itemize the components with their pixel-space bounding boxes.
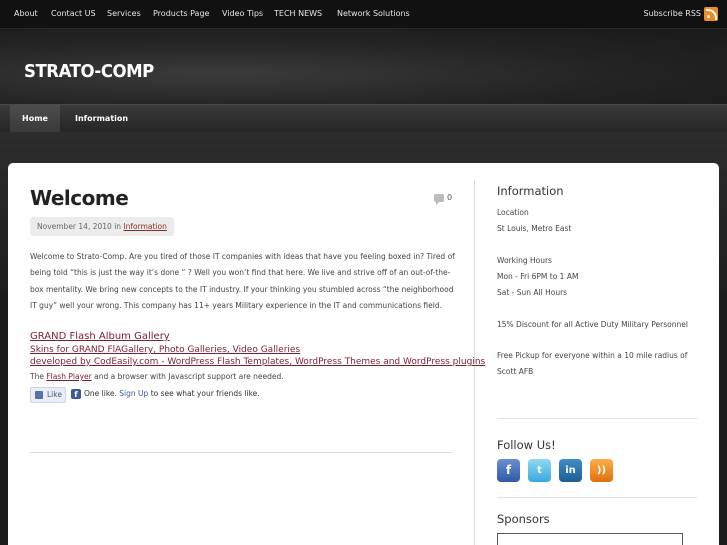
- site-title[interactable]: STRATO-COMP: [24, 61, 154, 82]
- sidebar-hours-label: Working Hours: [497, 256, 552, 265]
- comment-icon[interactable]: [434, 194, 444, 205]
- sidebar-follow-title: Follow Us!: [497, 438, 556, 452]
- post-title[interactable]: Welcome: [30, 186, 129, 210]
- sidebar-information-title: Information: [497, 184, 564, 198]
- nav-tech-news[interactable]: TECH NEWS: [274, 9, 322, 18]
- like-suffix: to see what your friends like.: [150, 389, 260, 398]
- gallery-skins-link[interactable]: Skins for GRAND FlAGallery, Photo Galler…: [30, 345, 300, 355]
- thumbs-up-icon: [35, 391, 43, 399]
- facebook-like-button[interactable]: Like: [30, 387, 66, 403]
- comment-count[interactable]: 0: [447, 193, 452, 202]
- rss-icon[interactable]: [704, 7, 718, 21]
- subscribe-rss-link[interactable]: Subscribe RSS: [643, 9, 701, 18]
- sidebar-hours-weekend: Sat - Sun All Hours: [497, 288, 568, 297]
- post-body-text: Welcome to Strato-Comp. Are you tired of…: [30, 252, 455, 310]
- nav-products-page[interactable]: Products Page: [153, 9, 209, 18]
- flash-note-prefix: The: [30, 372, 44, 381]
- main-navigation: Home Information: [0, 104, 727, 132]
- facebook-icon[interactable]: f: [497, 459, 520, 482]
- like-count-text: One like. Sign Up to see what your frien…: [84, 389, 260, 398]
- rss-icon[interactable]: )): [590, 459, 613, 482]
- nav-network-solutions[interactable]: Network Solutions: [337, 9, 410, 18]
- sidebar-pickup-line2: Scott AFB: [497, 367, 534, 376]
- like-count: One like.: [84, 389, 117, 398]
- sidebar-hours-weekday: Mon - Fri 6PM to 1 AM: [497, 272, 579, 281]
- twitter-icon[interactable]: t: [528, 459, 551, 482]
- post-body: Welcome to Strato-Comp. Are you tired of…: [30, 249, 455, 314]
- post-category-link[interactable]: Information: [123, 222, 166, 231]
- sidebar-sponsors-title: Sponsors: [497, 512, 550, 526]
- gallery-developer-link[interactable]: developed by CodEasily.com - WordPress F…: [30, 357, 485, 367]
- post-meta: November 14, 2010 in Information: [30, 217, 174, 236]
- nav-services[interactable]: Services: [107, 9, 141, 18]
- like-button-label: Like: [47, 390, 62, 399]
- nav-home[interactable]: Home: [10, 105, 60, 132]
- gallery-title-link[interactable]: GRAND Flash Album Gallery: [30, 331, 170, 342]
- post-divider: [30, 452, 452, 453]
- sponsor-box[interactable]: [497, 533, 683, 545]
- sidebar-location: St Louis, Metro East: [497, 224, 572, 233]
- nav-about[interactable]: About: [14, 9, 38, 18]
- nav-information[interactable]: Information: [63, 105, 140, 132]
- flash-player-link[interactable]: Flash Player: [46, 372, 91, 381]
- sidebar-pickup-line1: Free Pickup for everyone within a 10 mil…: [497, 351, 688, 360]
- flash-note: The Flash Player and a browser with Java…: [30, 372, 284, 381]
- facebook-icon: f: [71, 389, 81, 399]
- sidebar-location-label: Location: [497, 208, 529, 217]
- site-header: STRATO-COMP: [0, 30, 727, 104]
- facebook-signup-link[interactable]: Sign Up: [119, 389, 148, 398]
- nav-contact-us[interactable]: Contact US: [51, 9, 96, 18]
- linkedin-icon[interactable]: in: [559, 459, 582, 482]
- nav-video-tips[interactable]: Video Tips: [222, 9, 263, 18]
- sidebar-discount: 15% Discount for all Active Duty Militar…: [497, 320, 688, 329]
- post-meta-in: in: [114, 222, 122, 231]
- sidebar-divider: [497, 418, 697, 419]
- top-navigation: About Contact US Services Products Page …: [0, 0, 727, 29]
- sidebar-divider: [497, 497, 697, 498]
- post-date: November 14, 2010: [37, 222, 112, 231]
- flash-note-suffix: and a browser with Javascript support ar…: [94, 372, 284, 381]
